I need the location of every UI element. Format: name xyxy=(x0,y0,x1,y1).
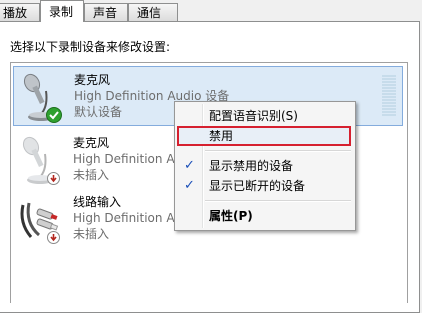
tab-playback[interactable]: 播放 xyxy=(0,3,40,21)
check-mark-icon: ✓ xyxy=(184,158,195,173)
tab-sounds[interactable]: 声音 xyxy=(84,3,128,21)
device-name: 麦克风 xyxy=(74,73,111,87)
tab-recording[interactable]: 录制 xyxy=(40,0,84,22)
unplugged-badge-icon xyxy=(47,172,60,185)
menu-separator xyxy=(205,200,351,202)
menu-item-label: 属性(P) xyxy=(209,209,253,223)
context-menu: 配置语音识别(S) 禁用 ✓ 显示禁用的设备 ✓ 显示已断开的设备 属性(P) xyxy=(174,101,356,231)
menu-item-show-disconnected[interactable]: ✓ 显示已断开的设备 xyxy=(177,176,351,196)
menu-item-configure-speech[interactable]: 配置语音识别(S) xyxy=(177,106,351,126)
check-badge-icon xyxy=(46,107,62,123)
menu-item-label: 禁用 xyxy=(209,129,234,143)
tab-communications[interactable]: 通信 xyxy=(128,3,178,21)
menu-item-label: 显示已断开的设备 xyxy=(209,179,306,193)
check-mark-icon: ✓ xyxy=(184,178,195,193)
menu-item-properties[interactable]: 属性(P) xyxy=(177,206,351,226)
level-meter xyxy=(382,75,396,119)
instruction-text: 选择以下录制设备来修改设置: xyxy=(10,40,171,54)
menu-item-disable[interactable]: 禁用 xyxy=(177,126,351,146)
menu-separator xyxy=(205,150,351,152)
tab-bar: 播放 录制 声音 通信 xyxy=(0,0,422,22)
menu-item-label: 显示禁用的设备 xyxy=(209,159,294,173)
menu-item-label: 配置语音识别(S) xyxy=(209,109,298,123)
unplugged-badge-icon xyxy=(47,231,60,244)
menu-item-show-disabled[interactable]: ✓ 显示禁用的设备 xyxy=(177,156,351,176)
